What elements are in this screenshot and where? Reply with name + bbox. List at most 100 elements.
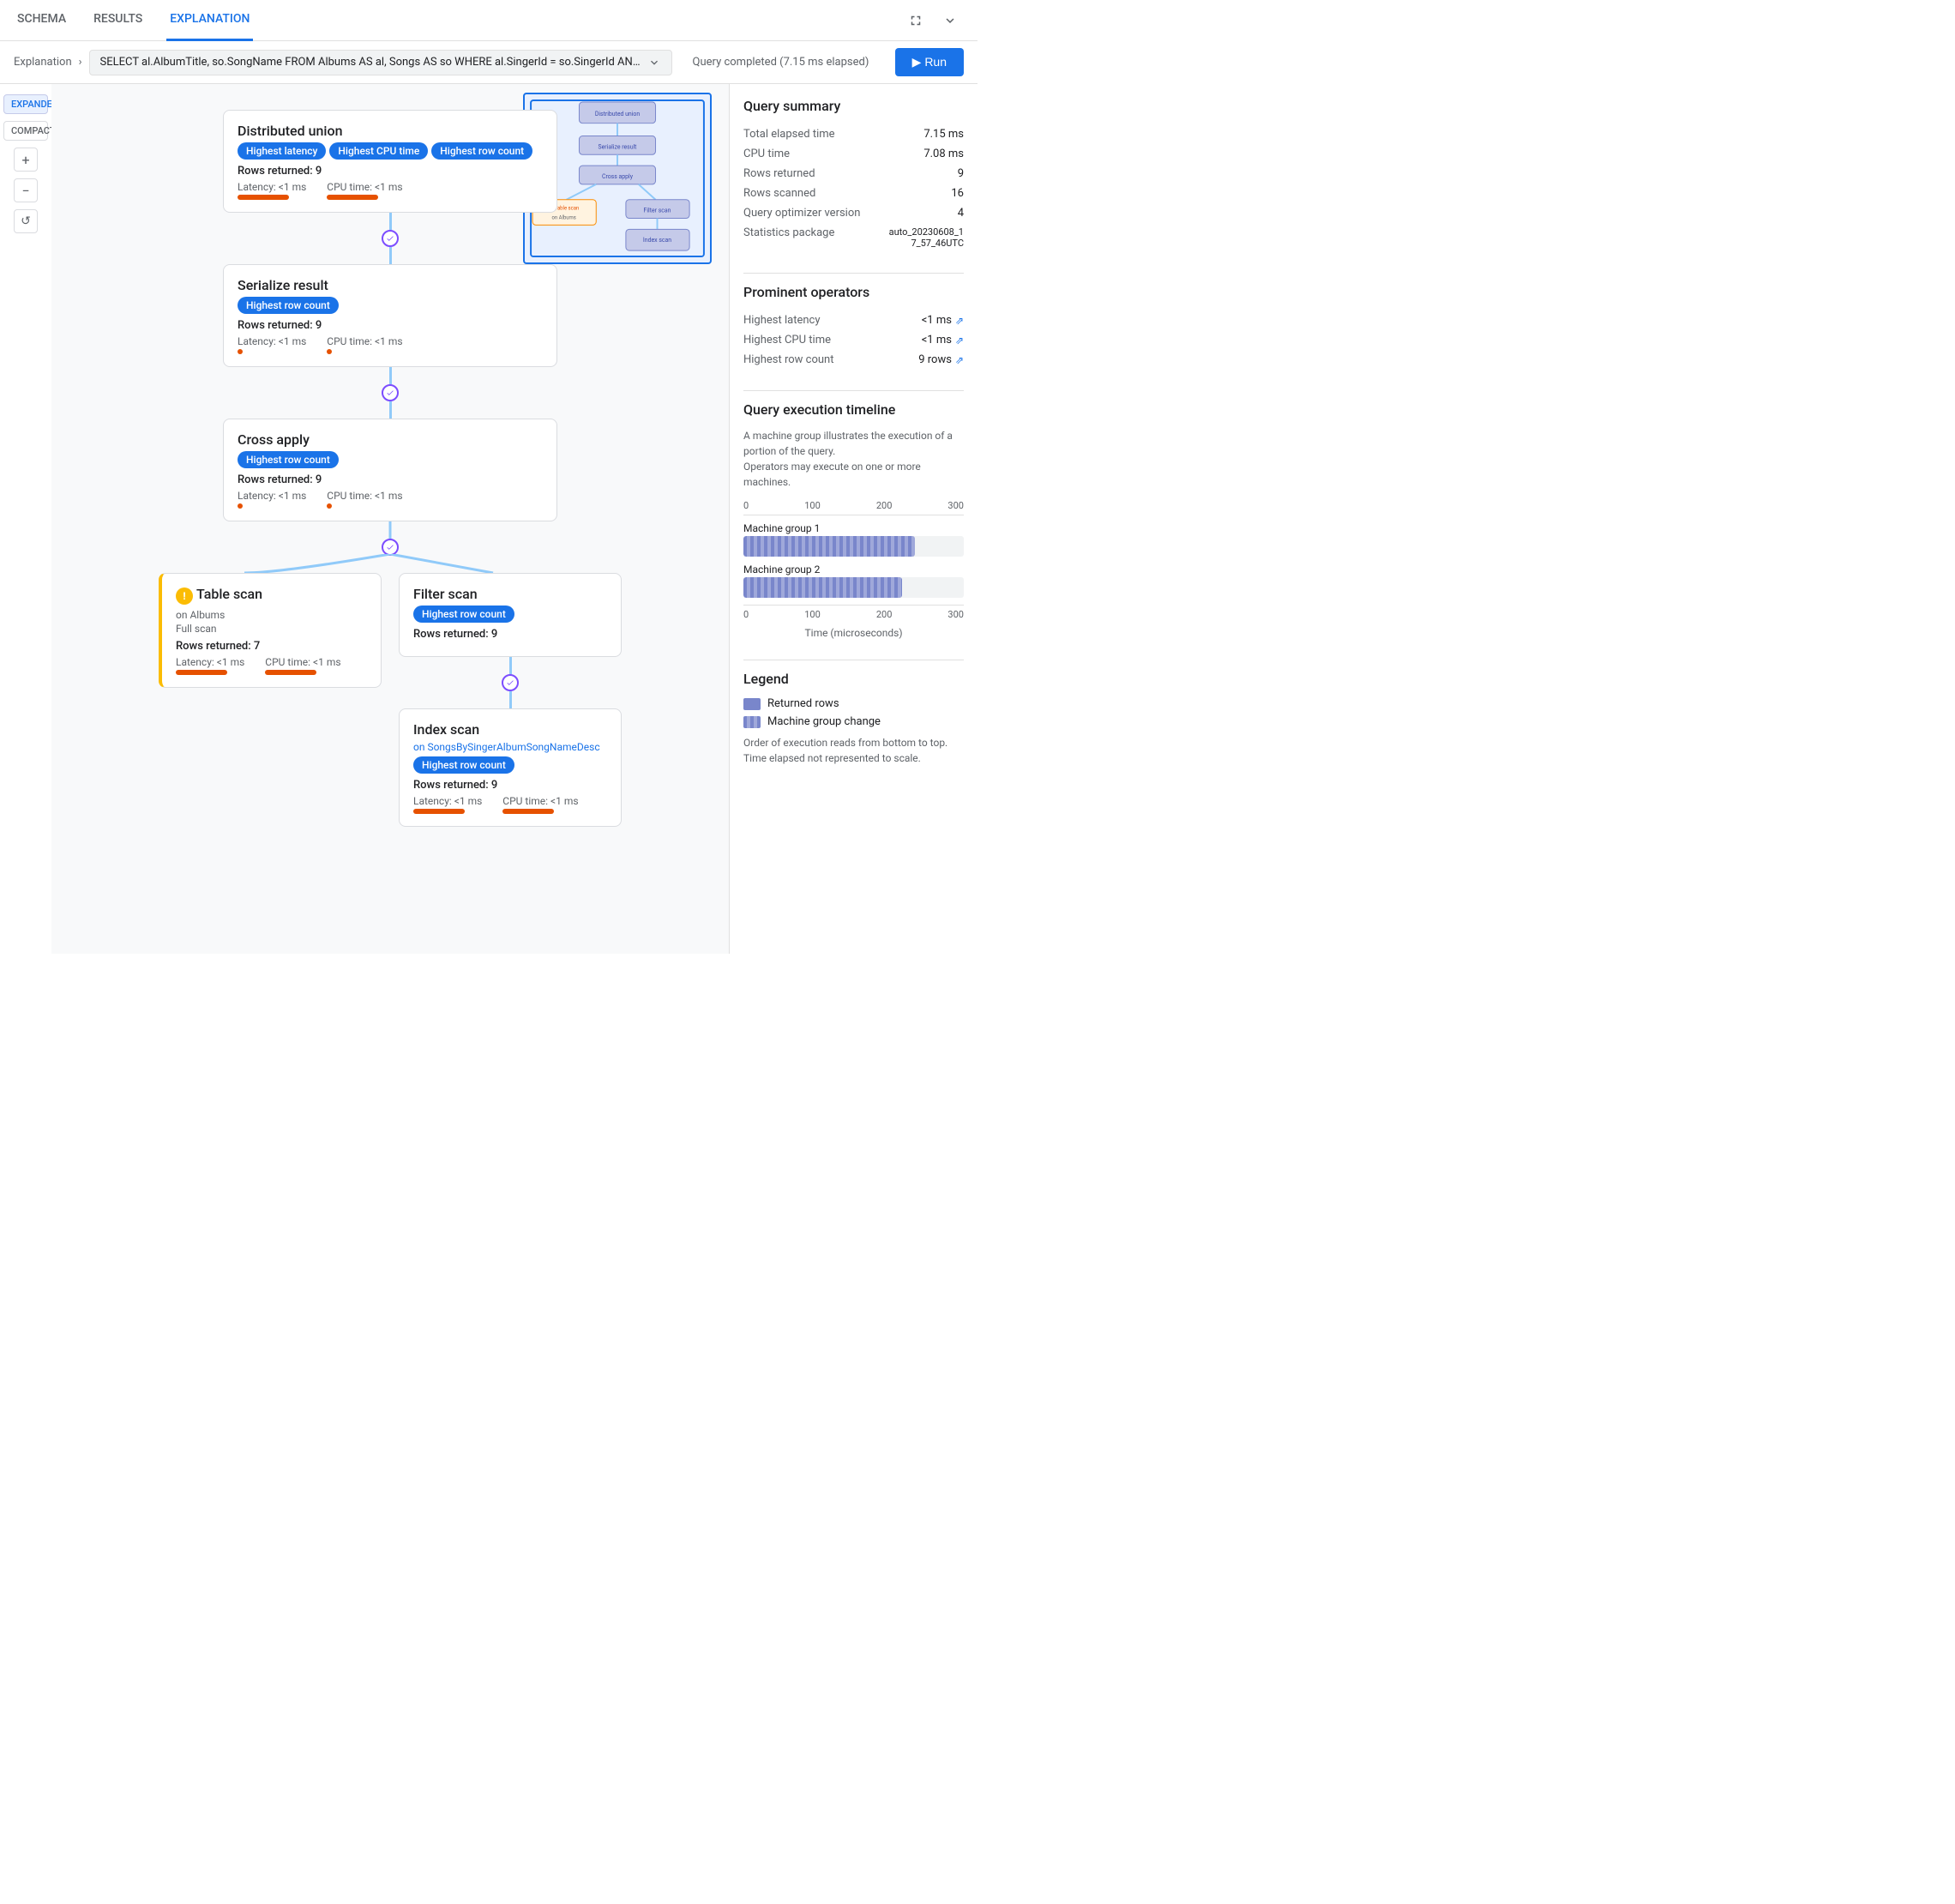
- machine-group-1-label: Machine group 1: [743, 522, 964, 534]
- summary-row-1: CPU time 7.08 ms: [743, 144, 964, 164]
- metric-latency-2: Latency: <1 ms: [238, 335, 306, 354]
- metric-latency-1: Latency: <1 ms: [238, 181, 306, 200]
- latency-bar-2: [238, 349, 243, 354]
- run-button[interactable]: ▶ Run: [895, 48, 964, 76]
- axis-0: 0: [743, 500, 749, 511]
- machine-group-1-bar-bg: [743, 536, 964, 557]
- compact-view-button[interactable]: COMPACT: [3, 121, 48, 141]
- badge-highest-rows-3: Highest row count: [238, 451, 339, 468]
- filter-scan-title: Filter scan: [413, 586, 607, 602]
- tab-results[interactable]: RESULTS: [90, 0, 146, 41]
- latency-bar-3: [238, 503, 243, 509]
- table-scan-subtitle1: on Albums: [176, 609, 367, 621]
- branches-row: ! Table scan on Albums Full scan Rows re…: [159, 573, 622, 827]
- latency-label-1: Latency: <1 ms: [238, 181, 306, 193]
- latency-bar-ts: [176, 670, 227, 675]
- cross-apply-metrics: Latency: <1 ms CPU time: <1 ms: [238, 490, 543, 509]
- machine-group-2-bar-bg: [743, 577, 964, 598]
- metric-latency-3: Latency: <1 ms: [238, 490, 306, 509]
- expanded-view-button[interactable]: EXPANDED: [3, 94, 48, 114]
- axis-bot-300: 300: [947, 609, 964, 620]
- summary-row-4: Query optimizer version 4: [743, 203, 964, 223]
- link-icon-1[interactable]: ⇗: [955, 334, 964, 346]
- op-row-0: Highest latency <1 ms ⇗: [743, 310, 964, 330]
- machine-group-2-bar: [743, 577, 902, 598]
- cpu-label-ts: CPU time: <1 ms: [265, 656, 340, 668]
- latency-label-2: Latency: <1 ms: [238, 335, 306, 347]
- cpu-bar-2: [327, 349, 332, 354]
- zoom-out-button[interactable]: −: [14, 178, 38, 202]
- connector-1: [382, 213, 399, 264]
- table-scan-subtitle2: Full scan: [176, 623, 367, 635]
- distributed-union-node: Distributed union Highest latency Highes…: [223, 110, 557, 213]
- filter-scan-rows: Rows returned: 9: [413, 628, 607, 641]
- latency-label-3: Latency: <1 ms: [238, 490, 306, 502]
- tab-explanation[interactable]: EXPLANATION: [166, 0, 253, 41]
- distributed-union-badges: Highest latency Highest CPU time Highest…: [238, 142, 543, 160]
- timeline-chart: 0 100 200 300 Machine group 1 Machine gr…: [743, 500, 964, 639]
- reset-view-button[interactable]: ↺: [14, 209, 38, 233]
- axis-bot-200: 200: [876, 609, 893, 620]
- legend-returned-rows-label: Returned rows: [767, 697, 839, 710]
- filter-index-column: Filter scan Highest row count Rows retur…: [399, 573, 622, 827]
- badge-highest-latency: Highest latency: [238, 142, 326, 160]
- breadcrumb-arrow-icon: ›: [79, 56, 82, 69]
- top-tabs-bar: SCHEMA RESULTS EXPLANATION: [0, 0, 977, 41]
- filter-scan-node: Filter scan Highest row count Rows retur…: [399, 573, 622, 657]
- divider-1: [743, 273, 964, 274]
- legend-machine-group-label: Machine group change: [767, 715, 881, 728]
- table-scan-title: Table scan: [196, 586, 262, 602]
- serialize-result-metrics: Latency: <1 ms CPU time: <1 ms: [238, 335, 543, 354]
- fullscreen-icon[interactable]: [902, 7, 929, 34]
- timeline-axis-top: 0 100 200 300: [743, 500, 964, 511]
- svg-text:Serialize result: Serialize result: [599, 143, 638, 150]
- tabs-right: [902, 7, 964, 34]
- machine-group-1-bar: [743, 536, 915, 557]
- latency-bar-is: [413, 809, 465, 814]
- tabs-left: SCHEMA RESULTS EXPLANATION: [14, 0, 253, 41]
- op-row-2: Highest row count 9 rows ⇗: [743, 350, 964, 370]
- query-text: SELECT al.AlbumTitle, so.SongName FROM A…: [100, 56, 647, 69]
- axis-300: 300: [947, 500, 964, 511]
- cross-apply-node: Cross apply Highest row count Rows retur…: [223, 419, 557, 521]
- index-scan-node: Index scan on SongsBySingerAlbumSongName…: [399, 708, 622, 827]
- expand-icon[interactable]: [936, 7, 964, 34]
- legend-title: Legend: [743, 671, 964, 687]
- index-scan-rows: Rows returned: 9: [413, 779, 607, 792]
- diagram-area[interactable]: Distributed union Serialize result Cross…: [51, 84, 729, 954]
- link-icon-2[interactable]: ⇗: [955, 354, 964, 366]
- distributed-union-title: Distributed union: [238, 123, 543, 139]
- axis-bot-0: 0: [743, 609, 749, 620]
- link-icon-0[interactable]: ⇗: [955, 315, 964, 327]
- badge-highest-rows-1: Highest row count: [431, 142, 532, 160]
- connector-2: [382, 367, 399, 419]
- zoom-in-button[interactable]: +: [14, 148, 38, 172]
- cross-apply-title: Cross apply: [238, 431, 543, 448]
- timeline-axis-bottom: 0 100 200 300: [743, 609, 964, 620]
- tab-schema[interactable]: SCHEMA: [14, 0, 69, 41]
- query-status: Query completed (7.15 ms elapsed): [693, 56, 869, 69]
- badge-highest-cpu: Highest CPU time: [329, 142, 428, 160]
- svg-text:Index scan: Index scan: [643, 237, 671, 244]
- legend-item-0: Returned rows: [743, 697, 964, 710]
- metric-cpu-ts: CPU time: <1 ms: [265, 656, 340, 675]
- cpu-bar-is: [502, 809, 554, 814]
- axis-100: 100: [804, 500, 821, 511]
- metric-latency-ts: Latency: <1 ms: [176, 656, 244, 675]
- machine-group-2-row: Machine group 2: [743, 563, 964, 598]
- svg-text:on Albums: on Albums: [552, 214, 576, 220]
- cross-apply-badges: Highest row count: [238, 451, 543, 468]
- serialize-result-rows: Rows returned: 9: [238, 319, 543, 332]
- query-selector[interactable]: SELECT al.AlbumTitle, so.SongName FROM A…: [89, 50, 672, 75]
- right-panel: Query summary Total elapsed time 7.15 ms…: [729, 84, 977, 954]
- breadcrumb-label: Explanation: [14, 56, 72, 69]
- cpu-bar-1: [327, 195, 378, 200]
- serialize-result-badges: Highest row count: [238, 297, 543, 314]
- metric-cpu-2: CPU time: <1 ms: [327, 335, 402, 354]
- metric-cpu-is: CPU time: <1 ms: [502, 795, 578, 814]
- warning-icon: !: [176, 587, 193, 605]
- badge-highest-rows-2: Highest row count: [238, 297, 339, 314]
- summary-row-3: Rows scanned 16: [743, 184, 964, 203]
- svg-text:Filter scan: Filter scan: [644, 208, 671, 214]
- axis-bot-100: 100: [804, 609, 821, 620]
